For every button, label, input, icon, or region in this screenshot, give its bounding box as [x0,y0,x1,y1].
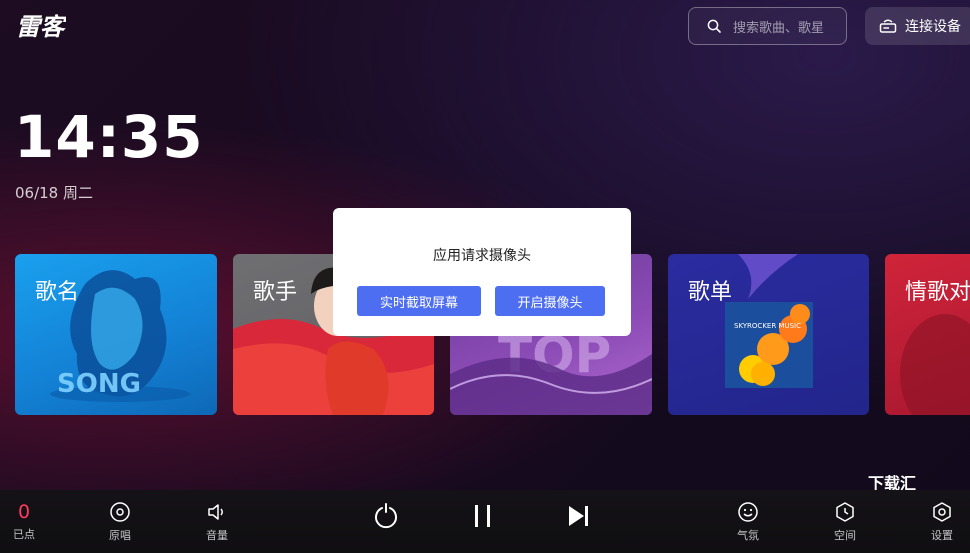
space-button[interactable]: 空间 [831,490,859,553]
replay-icon[interactable] [372,502,400,530]
atmosphere-button[interactable]: 气氛 [734,490,762,553]
clock-time: 14:35 [14,103,204,171]
atmosphere-label: 气氛 [737,528,759,542]
settings-label: 设置 [931,528,953,542]
settings-button[interactable]: 设置 [928,490,956,553]
connect-device-label: 连接设备 [905,19,961,35]
original-vocal-label: 原唱 [109,528,131,542]
card-duet[interactable]: 情歌对 [885,254,970,415]
card-label: 歌单 [688,280,733,305]
logo-text: 雷客 [16,13,66,41]
queued-label: 已点 [13,527,35,541]
speaker-icon [208,503,223,520]
card-label: 情歌对 [905,280,970,305]
card-label: 歌名 [35,280,80,305]
gear-icon [933,501,951,522]
next-track-icon[interactable] [566,502,592,530]
bottom-control-bar: 0 已点 原唱 音量 气氛 空间 设置 [0,490,970,553]
screen-capture-button[interactable]: 实时截取屏幕 [357,286,481,316]
card-label: 歌手 [253,280,298,305]
clock-date: 06/18 周二 [15,184,93,202]
queued-songs-button[interactable]: 0 已点 [10,490,38,553]
playlist-card-art-text: SKYROCKER MUSIC [734,322,801,330]
card-playlist[interactable]: SKYROCKER MUSIC 歌单 [668,254,869,415]
song-card-art-text: SONG [57,369,141,399]
space-label: 空间 [834,528,856,542]
search-placeholder: 搜索歌曲、歌星 [733,20,825,36]
disc-icon [110,501,130,522]
connect-device-button[interactable]: 连接设备 [865,7,970,45]
queued-count: 0 [17,500,31,523]
space-icon [836,501,854,522]
dialog-title: 应用请求摄像头 [433,248,531,264]
router-icon [879,19,897,33]
search-input[interactable]: 搜索歌曲、歌星 [688,7,847,45]
original-vocal-button[interactable]: 原唱 [104,490,136,553]
camera-permission-dialog: 应用请求摄像头 实时截取屏幕 开启摄像头 [333,208,631,336]
volume-label: 音量 [206,528,228,542]
pause-icon[interactable] [470,502,496,530]
enable-camera-button[interactable]: 开启摄像头 [495,286,605,316]
search-icon [707,19,721,33]
smiley-icon [738,501,758,522]
app-logo: 雷客 [14,8,68,44]
volume-button[interactable]: 音量 [201,490,233,553]
card-song-name[interactable]: SONG 歌名 [15,254,217,415]
